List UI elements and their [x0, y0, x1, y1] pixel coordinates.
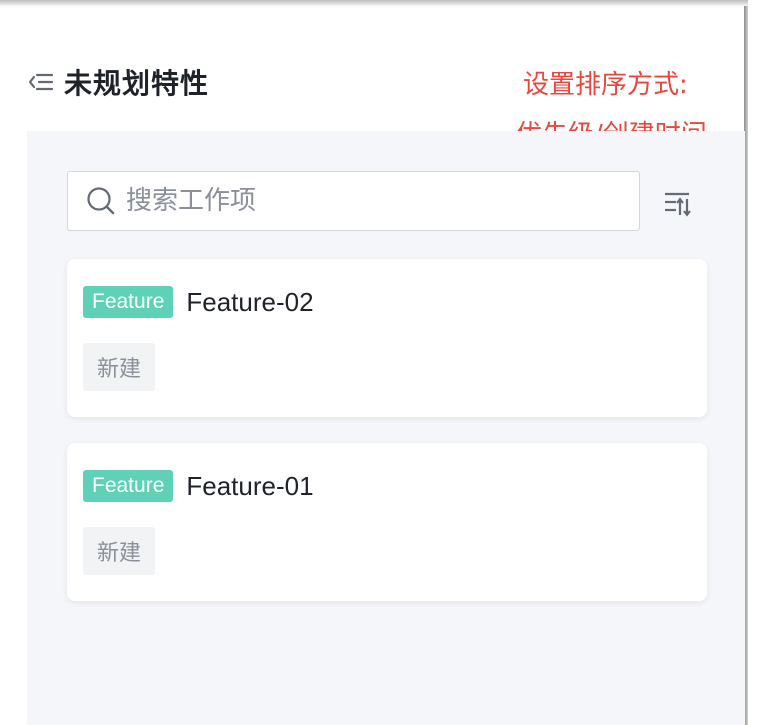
type-badge: Feature: [83, 470, 174, 502]
unplanned-features-panel: Feature Feature-02 新建 Feature Feature-01…: [27, 131, 745, 725]
card-title[interactable]: Feature-02: [186, 287, 313, 318]
window-shadow-top: [0, 0, 748, 7]
sort-icon: [665, 192, 691, 217]
search-input[interactable]: [126, 186, 606, 216]
search-icon: [87, 187, 115, 215]
card-header: Feature Feature-02: [83, 286, 314, 318]
status-badge: 新建: [83, 343, 155, 391]
type-badge: Feature: [83, 286, 174, 318]
panel-header: 未规划特性: [28, 60, 209, 104]
page-title: 未规划特性: [64, 67, 210, 100]
sort-button[interactable]: [661, 187, 695, 221]
list-collapse-icon[interactable]: [28, 72, 54, 92]
work-item-card[interactable]: Feature Feature-01 新建: [67, 443, 707, 601]
card-title[interactable]: Feature-01: [186, 471, 313, 502]
card-header: Feature Feature-01: [83, 470, 314, 502]
work-item-card[interactable]: Feature Feature-02 新建: [67, 259, 707, 417]
status-badge: 新建: [83, 527, 155, 575]
search-box[interactable]: [67, 171, 640, 231]
annotation-label-line1: 设置排序方式:: [523, 70, 688, 100]
